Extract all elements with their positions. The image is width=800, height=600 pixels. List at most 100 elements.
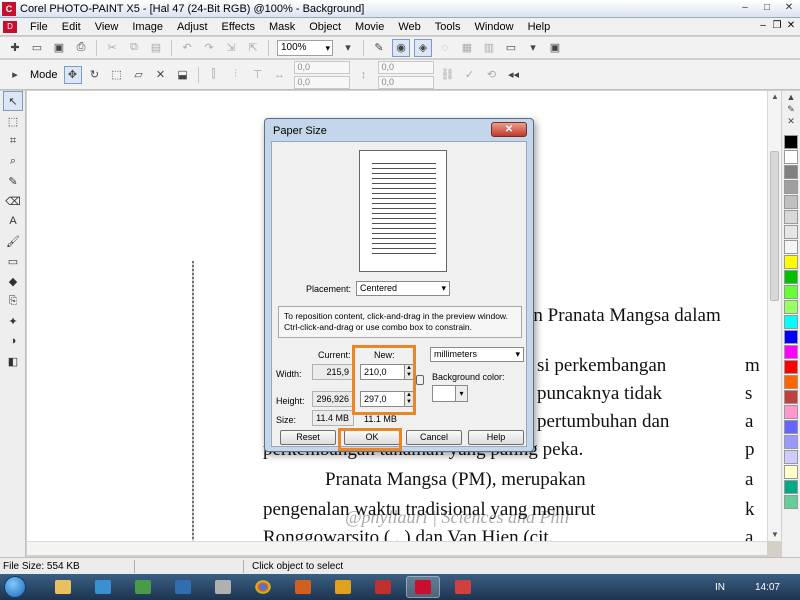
new-width-input[interactable]: 210,0 — [360, 364, 406, 380]
color-swatch[interactable] — [784, 285, 798, 299]
color-swatch[interactable] — [784, 165, 798, 179]
menu-web[interactable]: Web — [391, 21, 427, 33]
ok-button[interactable]: OK — [344, 430, 400, 445]
menu-effects[interactable]: Effects — [215, 21, 262, 33]
y-position-field[interactable]: 0,0 — [293, 75, 350, 89]
reset-transform-icon[interactable]: ⟲ — [483, 66, 501, 84]
fill-tool-icon[interactable]: ◆ — [3, 271, 23, 291]
preview-page-thumbnail[interactable] — [372, 161, 436, 257]
color-swatch[interactable] — [784, 300, 798, 314]
chevron-down-icon[interactable]: ▾ — [455, 386, 467, 401]
height-spinner-icon[interactable]: ▲ ▼ — [404, 391, 414, 407]
no-color-icon[interactable]: ✕ — [782, 115, 800, 127]
zoom-level-select[interactable]: 100% — [277, 39, 333, 56]
scroll-up-icon[interactable]: ▲ — [768, 91, 782, 103]
grid-icon[interactable]: ▦ — [458, 39, 476, 57]
text-tool-icon[interactable]: A — [3, 211, 23, 231]
launcher-icon[interactable]: ▭ — [502, 39, 520, 57]
taskbar-explorer-icon[interactable] — [46, 576, 80, 598]
background-color-picker[interactable]: ▾ — [432, 385, 468, 402]
taskbar-app-icon[interactable] — [206, 576, 240, 598]
preview-window[interactable] — [359, 150, 447, 272]
cancel-button[interactable]: Cancel — [406, 430, 462, 445]
color-swatch[interactable] — [784, 330, 798, 344]
taskbar-app-icon[interactable] — [86, 576, 120, 598]
color-swatch[interactable] — [784, 315, 798, 329]
start-button[interactable] — [0, 574, 30, 600]
clock[interactable]: 14:07 — [755, 582, 780, 593]
color-swatch[interactable] — [784, 360, 798, 374]
taskbar-chrome-icon[interactable] — [246, 576, 280, 598]
units-select[interactable]: millimeters — [430, 347, 524, 362]
color-swatch[interactable] — [784, 180, 798, 194]
copy-icon[interactable]: ⧉ — [125, 39, 143, 57]
menu-movie[interactable]: Movie — [348, 21, 391, 33]
pick-tool-icon[interactable]: ↖ — [3, 91, 23, 111]
menu-file[interactable]: File — [23, 21, 55, 33]
taskbar-app-icon[interactable] — [126, 576, 160, 598]
zoom-tool-icon[interactable]: ⌕ — [3, 151, 23, 171]
doc-minimize-icon[interactable]: – — [756, 19, 770, 33]
new-document-icon[interactable]: ✚ — [6, 39, 24, 57]
crop-tool-icon[interactable]: ⌗ — [3, 131, 23, 151]
color-swatch[interactable] — [784, 210, 798, 224]
width-field[interactable]: 0,0 — [377, 60, 434, 74]
import-icon[interactable]: ⇲ — [222, 39, 240, 57]
transparency-tool-icon[interactable]: ◑ — [3, 331, 23, 351]
rotate-mode-icon[interactable]: ↻ — [86, 66, 104, 84]
menu-help[interactable]: Help — [521, 21, 558, 33]
position-icon[interactable]: ↔ — [271, 66, 289, 84]
cut-icon[interactable]: ✂ — [103, 39, 121, 57]
application-icon[interactable]: ▣ — [546, 39, 564, 57]
lock-ratio-icon[interactable]: ⛓ — [439, 66, 457, 84]
show-mask-icon[interactable]: ◉ — [392, 38, 410, 57]
menu-view[interactable]: View — [88, 21, 126, 33]
color-swatch[interactable] — [784, 390, 798, 404]
pick-tool-icon[interactable]: ▸ — [6, 66, 24, 84]
move-mode-icon[interactable]: ✥ — [63, 65, 82, 84]
color-swatches-icon[interactable]: ◧ — [3, 351, 23, 371]
undo-icon[interactable]: ↶ — [178, 39, 196, 57]
scroll-thumb[interactable] — [770, 151, 779, 301]
skew-mode-icon[interactable]: ▱ — [130, 66, 148, 84]
dialog-close-button[interactable]: ✕ — [491, 122, 527, 137]
color-swatch[interactable] — [784, 255, 798, 269]
color-swatch[interactable] — [784, 420, 798, 434]
paste-icon[interactable]: ▤ — [147, 39, 165, 57]
color-swatch[interactable] — [784, 435, 798, 449]
vertical-scrollbar[interactable]: ▲ ▼ — [767, 91, 781, 541]
aspect-lock-icon[interactable] — [416, 375, 424, 385]
color-swatch[interactable] — [784, 345, 798, 359]
eraser-icon[interactable]: ⌫ — [3, 191, 23, 211]
collapse-arrows-icon[interactable]: ◂◂ — [505, 66, 523, 84]
color-swatch[interactable] — [784, 465, 798, 479]
x-position-field[interactable]: 0,0 — [293, 60, 350, 74]
color-swatch[interactable] — [784, 240, 798, 254]
doc-restore-icon[interactable]: ❐ — [770, 19, 784, 33]
color-swatch[interactable] — [784, 450, 798, 464]
launcher-dropdown-icon[interactable]: ▾ — [524, 39, 542, 57]
save-icon[interactable]: ▣ — [50, 39, 68, 57]
eyedropper-icon[interactable]: ✎ — [3, 171, 23, 191]
color-swatch[interactable] — [784, 225, 798, 239]
color-swatch[interactable] — [784, 150, 798, 164]
minimize-button[interactable]: – — [734, 0, 756, 16]
help-button[interactable]: Help — [468, 430, 524, 445]
color-swatch[interactable] — [784, 270, 798, 284]
align-center-icon[interactable]: ⫶ — [227, 66, 245, 84]
apply-transform-icon[interactable]: ✓ — [461, 66, 479, 84]
menu-adjust[interactable]: Adjust — [170, 21, 215, 33]
scroll-down-icon[interactable]: ▼ — [768, 529, 782, 541]
menu-edit[interactable]: Edit — [55, 21, 88, 33]
close-button[interactable]: ✕ — [778, 0, 800, 16]
new-height-input[interactable]: 297,0 — [360, 391, 406, 407]
lens-icon[interactable]: ◌ — [436, 39, 454, 57]
menu-mask[interactable]: Mask — [262, 21, 302, 33]
taskbar-app-icon[interactable] — [326, 576, 360, 598]
taskbar-app-icon[interactable] — [166, 576, 200, 598]
open-folder-icon[interactable]: ▭ — [28, 39, 46, 57]
print-icon[interactable]: ⎙ — [72, 39, 90, 57]
doc-close-icon[interactable]: ✕ — [784, 19, 798, 33]
export-icon[interactable]: ⇱ — [244, 39, 262, 57]
menu-tools[interactable]: Tools — [428, 21, 468, 33]
